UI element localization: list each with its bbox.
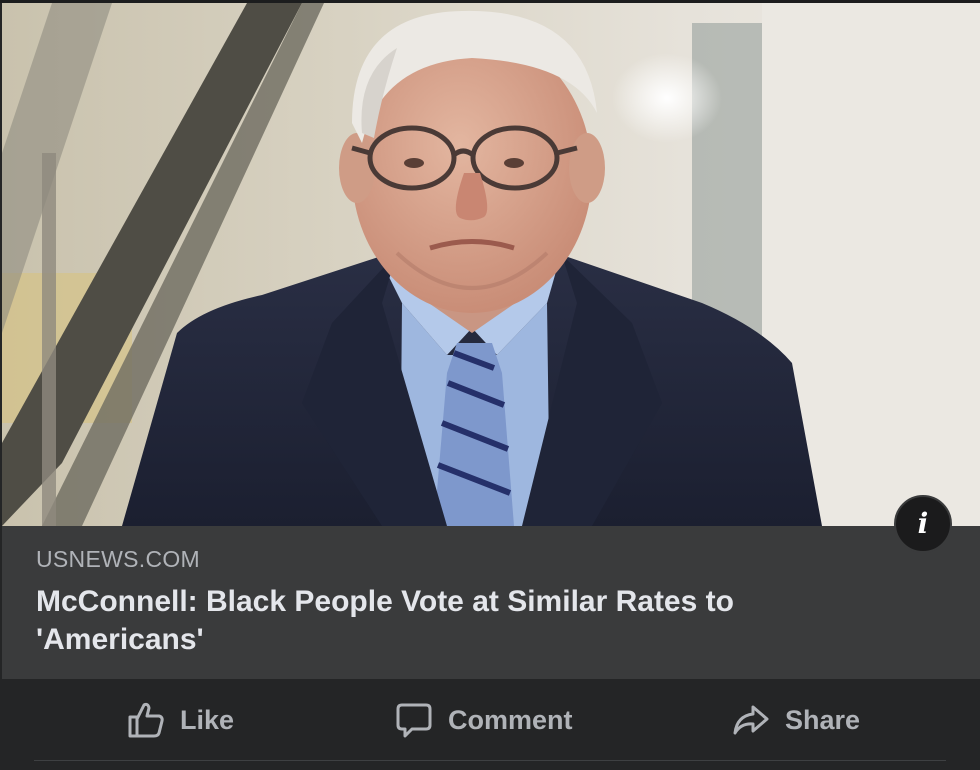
link-headline[interactable]: McConnell: Black People Vote at Similar …: [36, 583, 896, 659]
link-preview-image[interactable]: [2, 3, 980, 526]
link-domain: USNEWS.COM: [36, 546, 200, 572]
like-button[interactable]: Like: [126, 699, 234, 741]
comment-bubble-icon: [396, 703, 432, 738]
info-button[interactable]: i: [894, 495, 952, 553]
comment-label: Comment: [448, 704, 573, 735]
news-photo: [2, 3, 980, 526]
link-preview-meta[interactable]: USNEWS.COM McConnell: Black People Vote …: [2, 526, 980, 679]
share-button[interactable]: Share: [731, 699, 860, 741]
feed-post-card: i USNEWS.COM McConnell: Black People Vot…: [0, 0, 980, 770]
comment-button[interactable]: Comment: [394, 699, 573, 741]
share-arrow-icon: [733, 705, 769, 735]
thumbs-up-icon: [128, 702, 164, 738]
info-icon: i: [917, 507, 929, 540]
post-action-bar: Like Comment Share: [0, 679, 980, 760]
action-bar-divider: [34, 760, 946, 761]
like-label: Like: [180, 704, 235, 735]
share-label: Share: [785, 704, 861, 735]
